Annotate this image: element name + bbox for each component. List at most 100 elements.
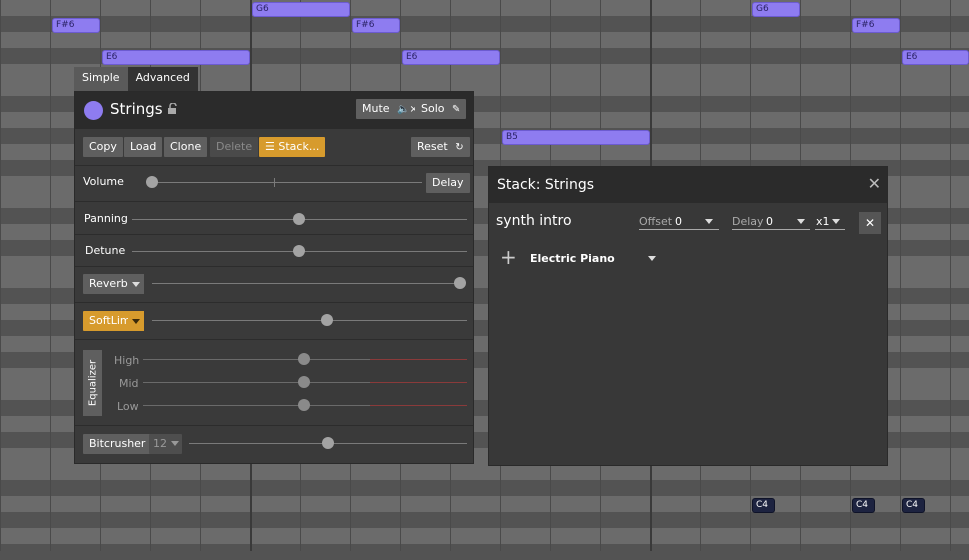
reverb-dropdown[interactable] [128, 274, 144, 294]
roll-row [0, 512, 969, 528]
microphone-icon: ✎ [452, 104, 461, 115]
instrument-select[interactable]: Electric Piano [530, 252, 615, 265]
roll-row [0, 480, 969, 496]
note-block[interactable]: F#6 [352, 18, 400, 33]
tab-advanced[interactable]: Advanced [127, 67, 198, 91]
mute-button[interactable]: Mute 🔈× [356, 99, 424, 119]
note-block[interactable]: F#6 [52, 18, 100, 33]
roll-beat-line [950, 0, 951, 551]
reset-label: Reset [417, 140, 448, 153]
unlock-icon[interactable] [167, 102, 179, 115]
copy-button[interactable]: Copy [83, 137, 123, 157]
refresh-icon: ↻ [455, 142, 464, 153]
equalizer-toggle[interactable]: Equalizer [83, 350, 102, 416]
chevron-down-icon[interactable] [832, 219, 840, 224]
softlim-slider-track[interactable] [152, 320, 467, 321]
reverb-button[interactable]: Reverb [83, 274, 134, 294]
mute-label: Mute [362, 102, 390, 115]
offset-label: Offset [639, 215, 673, 228]
divider [75, 165, 473, 166]
reset-button[interactable]: Reset ↻ [411, 137, 470, 157]
chevron-down-icon [171, 441, 179, 446]
stack-header: Stack: Strings ✕ [489, 167, 887, 203]
instrument-name[interactable]: Strings [110, 100, 163, 118]
stack-button[interactable]: ☰ Stack... [259, 137, 326, 157]
delete-button[interactable]: Delete [210, 137, 259, 157]
multiplier-underline [815, 229, 845, 230]
eq-high-thumb[interactable] [298, 353, 310, 365]
roll-row [0, 464, 969, 480]
chevron-down-icon [132, 319, 140, 324]
layers-icon: ☰ [265, 140, 275, 153]
bitcrusher-bits-value: 12 [153, 437, 167, 450]
eq-mid-label: Mid [119, 377, 139, 390]
roll-row [0, 0, 969, 16]
note-block[interactable]: B5 [502, 130, 650, 145]
stack-panel: Stack: Strings ✕ synth intro Offset 0 De… [488, 166, 888, 466]
instrument-panel: Strings Mute 🔈× Solo ✎ Copy Load Clone D… [74, 91, 474, 464]
note-block[interactable]: E6 [102, 50, 250, 65]
eq-low-thumb[interactable] [298, 399, 310, 411]
close-icon[interactable]: ✕ [868, 174, 881, 193]
load-button[interactable]: Load [124, 137, 163, 157]
bitcrusher-button[interactable]: Bitcrusher [83, 434, 152, 454]
delay-underline [732, 229, 810, 230]
detune-label: Detune [85, 244, 126, 257]
remove-entry-button[interactable]: ✕ [859, 212, 881, 234]
plus-icon[interactable]: + [500, 247, 517, 267]
panning-label: Panning [84, 212, 128, 225]
note-block[interactable]: C4 [852, 498, 875, 513]
note-block[interactable]: G6 [252, 2, 350, 17]
clone-button[interactable]: Clone [164, 137, 208, 157]
divider [75, 201, 473, 202]
eq-high-track[interactable] [143, 359, 370, 360]
volume-center-tick [274, 178, 275, 187]
tab-simple[interactable]: Simple [74, 67, 128, 91]
note-block[interactable]: C4 [752, 498, 775, 513]
roll-row [0, 528, 969, 544]
solo-button[interactable]: Solo ✎ [415, 99, 467, 119]
roll-row [0, 544, 969, 560]
solo-label: Solo [421, 102, 445, 115]
bitcrusher-slider-thumb[interactable] [322, 437, 334, 449]
softlim-slider-thumb[interactable] [321, 314, 333, 326]
chevron-down-icon[interactable] [705, 219, 713, 224]
offset-value[interactable]: 0 [675, 215, 682, 228]
note-block[interactable]: E6 [402, 50, 500, 65]
roll-beat-line [0, 0, 1, 551]
multiplier-value[interactable]: x1 [816, 215, 830, 228]
delay-button[interactable]: Delay [426, 173, 470, 193]
note-block[interactable]: G6 [752, 2, 800, 17]
note-block[interactable]: F#6 [852, 18, 900, 33]
volume-slider-thumb[interactable] [146, 176, 158, 188]
roll-beat-line [900, 0, 901, 551]
roll-row [0, 496, 969, 512]
volume-slider-track[interactable] [147, 182, 422, 183]
instrument-color-swatch[interactable] [84, 101, 103, 120]
delay-field-label: Delay [732, 215, 764, 228]
note-block[interactable]: C4 [902, 498, 925, 513]
divider [75, 266, 473, 267]
eq-low-range [370, 405, 467, 406]
bitcrusher-bits-select[interactable]: 12 [149, 434, 182, 454]
detune-slider-thumb[interactable] [293, 245, 305, 257]
divider [75, 339, 473, 340]
mode-tabs: Simple Advanced [74, 67, 198, 91]
close-icon: ✕ [864, 216, 876, 230]
chevron-down-icon[interactable] [797, 219, 805, 224]
eq-mid-track[interactable] [143, 382, 370, 383]
stack-title: Stack: Strings [497, 177, 595, 193]
chevron-down-icon [132, 282, 140, 287]
reverb-slider-track[interactable] [152, 283, 461, 284]
eq-mid-thumb[interactable] [298, 376, 310, 388]
note-block[interactable]: E6 [902, 50, 969, 65]
eq-low-track[interactable] [143, 405, 370, 406]
volume-label: Volume [83, 175, 124, 188]
chevron-down-icon[interactable] [648, 256, 656, 261]
panning-slider-thumb[interactable] [293, 213, 305, 225]
divider [75, 425, 473, 426]
softlim-dropdown[interactable] [128, 311, 144, 331]
reverb-slider-thumb[interactable] [454, 277, 466, 289]
delay-field-value[interactable]: 0 [766, 215, 773, 228]
instrument-header: Strings Mute 🔈× Solo ✎ [75, 92, 473, 129]
